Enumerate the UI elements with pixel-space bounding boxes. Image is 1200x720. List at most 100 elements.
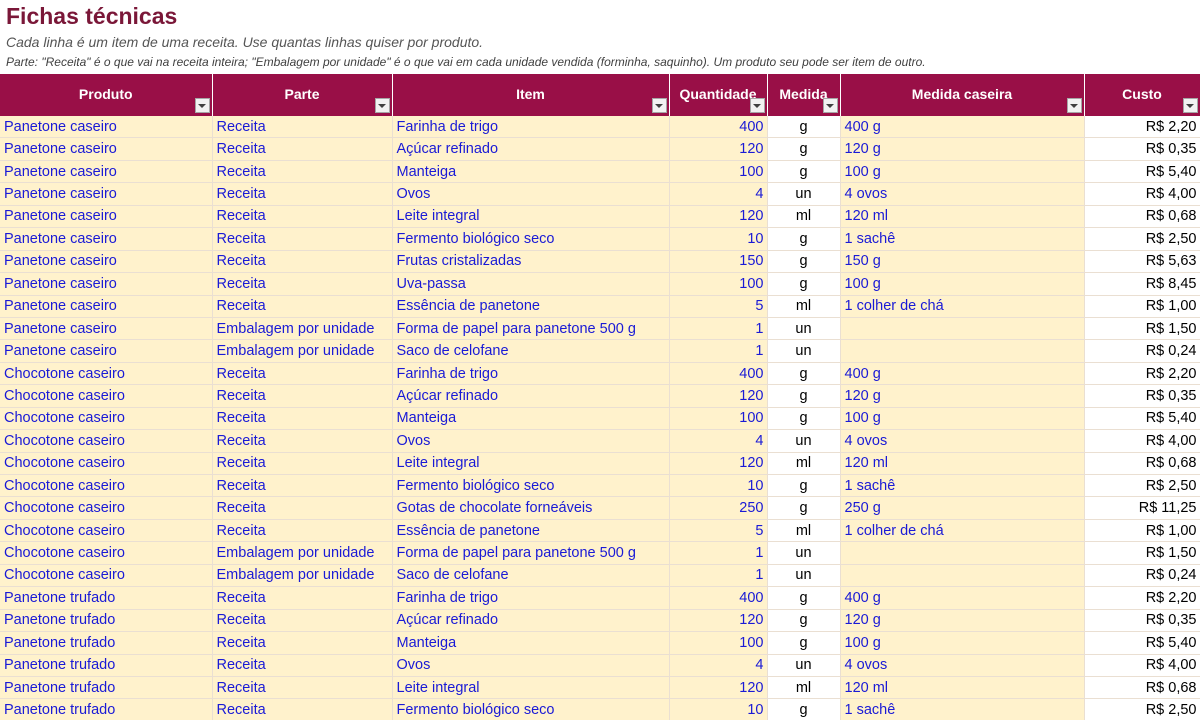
cell-produto[interactable]: Panetone caseiro: [0, 205, 213, 229]
cell-medida[interactable]: un: [767, 182, 841, 206]
cell-quantidade[interactable]: 400: [669, 586, 768, 610]
cell-medida[interactable]: g: [767, 160, 841, 184]
cell-custo[interactable]: R$ 2,20: [1084, 362, 1200, 386]
cell-medida-caseira[interactable]: [840, 541, 1085, 565]
cell-medida[interactable]: g: [767, 609, 841, 633]
cell-medida-caseira[interactable]: 100 g: [840, 407, 1085, 431]
cell-medida-caseira[interactable]: 120 ml: [840, 676, 1085, 700]
cell-quantidade[interactable]: 10: [669, 698, 768, 720]
cell-parte[interactable]: Embalagem por unidade: [212, 564, 393, 588]
cell-produto[interactable]: Chocotone caseiro: [0, 407, 213, 431]
cell-parte[interactable]: Receita: [212, 160, 393, 184]
cell-custo[interactable]: R$ 0,24: [1084, 339, 1200, 363]
cell-medida[interactable]: g: [767, 631, 841, 655]
cell-parte[interactable]: Receita: [212, 250, 393, 274]
cell-custo[interactable]: R$ 1,00: [1084, 295, 1200, 318]
cell-item[interactable]: Farinha de trigo: [392, 362, 670, 386]
cell-quantidade[interactable]: 400: [669, 116, 768, 139]
cell-item[interactable]: Leite integral: [392, 676, 670, 700]
cell-medida-caseira[interactable]: 120 g: [840, 609, 1085, 633]
cell-medida[interactable]: un: [767, 541, 841, 565]
cell-item[interactable]: Manteiga: [392, 407, 670, 431]
cell-parte[interactable]: Receita: [212, 609, 393, 633]
cell-custo[interactable]: R$ 5,40: [1084, 631, 1200, 655]
cell-custo[interactable]: R$ 11,25: [1084, 496, 1200, 520]
cell-medida[interactable]: ml: [767, 295, 841, 318]
cell-parte[interactable]: Receita: [212, 227, 393, 251]
cell-custo[interactable]: R$ 1,00: [1084, 519, 1200, 543]
cell-medida[interactable]: ml: [767, 452, 841, 476]
cell-medida[interactable]: un: [767, 564, 841, 588]
filter-dropdown-icon[interactable]: [1066, 98, 1082, 113]
cell-medida[interactable]: g: [767, 227, 841, 251]
cell-quantidade[interactable]: 400: [669, 362, 768, 386]
cell-parte[interactable]: Receita: [212, 676, 393, 700]
cell-medida[interactable]: g: [767, 474, 841, 498]
cell-custo[interactable]: R$ 2,50: [1084, 698, 1200, 720]
cell-medida-caseira[interactable]: 1 sachê: [840, 227, 1085, 251]
cell-quantidade[interactable]: 4: [669, 429, 768, 453]
filter-dropdown-icon[interactable]: [749, 98, 765, 113]
cell-quantidade[interactable]: 1: [669, 541, 768, 565]
cell-custo[interactable]: R$ 5,40: [1084, 160, 1200, 184]
cell-quantidade[interactable]: 1: [669, 317, 768, 341]
cell-medida[interactable]: ml: [767, 676, 841, 700]
cell-medida-caseira[interactable]: 1 colher de chá: [840, 519, 1085, 543]
cell-item[interactable]: Saco de celofane: [392, 339, 670, 363]
cell-custo[interactable]: R$ 0,35: [1084, 137, 1200, 161]
cell-quantidade[interactable]: 1: [669, 564, 768, 588]
cell-quantidade[interactable]: 5: [669, 295, 768, 318]
cell-medida-caseira[interactable]: 120 ml: [840, 205, 1085, 229]
cell-item[interactable]: Farinha de trigo: [392, 116, 670, 139]
cell-produto[interactable]: Chocotone caseiro: [0, 429, 213, 453]
cell-quantidade[interactable]: 100: [669, 631, 768, 655]
cell-quantidade[interactable]: 4: [669, 654, 768, 677]
cell-medida[interactable]: g: [767, 250, 841, 274]
cell-custo[interactable]: R$ 0,35: [1084, 609, 1200, 633]
cell-produto[interactable]: Panetone caseiro: [0, 339, 213, 363]
cell-item[interactable]: Fermento biológico seco: [392, 474, 670, 498]
cell-medida-caseira[interactable]: 250 g: [840, 496, 1085, 520]
cell-quantidade[interactable]: 120: [669, 137, 768, 161]
cell-quantidade[interactable]: 120: [669, 384, 768, 408]
cell-medida-caseira[interactable]: 120 g: [840, 384, 1085, 408]
cell-medida-caseira[interactable]: 1 sachê: [840, 474, 1085, 498]
cell-parte[interactable]: Receita: [212, 407, 393, 431]
cell-custo[interactable]: R$ 2,50: [1084, 474, 1200, 498]
cell-quantidade[interactable]: 100: [669, 272, 768, 296]
cell-produto[interactable]: Panetone caseiro: [0, 116, 213, 139]
cell-produto[interactable]: Panetone caseiro: [0, 295, 213, 318]
cell-produto[interactable]: Chocotone caseiro: [0, 452, 213, 476]
cell-medida[interactable]: g: [767, 496, 841, 520]
cell-produto[interactable]: Chocotone caseiro: [0, 541, 213, 565]
cell-custo[interactable]: R$ 0,68: [1084, 452, 1200, 476]
cell-produto[interactable]: Chocotone caseiro: [0, 362, 213, 386]
cell-medida-caseira[interactable]: 4 ovos: [840, 654, 1085, 677]
cell-medida-caseira[interactable]: 100 g: [840, 272, 1085, 296]
cell-item[interactable]: Manteiga: [392, 631, 670, 655]
cell-produto[interactable]: Panetone caseiro: [0, 137, 213, 161]
cell-medida[interactable]: ml: [767, 519, 841, 543]
cell-quantidade[interactable]: 10: [669, 227, 768, 251]
cell-parte[interactable]: Embalagem por unidade: [212, 339, 393, 363]
cell-quantidade[interactable]: 150: [669, 250, 768, 274]
cell-parte[interactable]: Receita: [212, 429, 393, 453]
cell-custo[interactable]: R$ 0,68: [1084, 676, 1200, 700]
cell-item[interactable]: Fermento biológico seco: [392, 227, 670, 251]
cell-quantidade[interactable]: 120: [669, 609, 768, 633]
cell-produto[interactable]: Panetone trufado: [0, 676, 213, 700]
cell-medida[interactable]: g: [767, 407, 841, 431]
cell-medida-caseira[interactable]: 120 g: [840, 137, 1085, 161]
cell-parte[interactable]: Embalagem por unidade: [212, 541, 393, 565]
cell-quantidade[interactable]: 120: [669, 452, 768, 476]
cell-medida-caseira[interactable]: [840, 317, 1085, 341]
cell-parte[interactable]: Receita: [212, 519, 393, 543]
cell-item[interactable]: Fermento biológico seco: [392, 698, 670, 720]
cell-quantidade[interactable]: 100: [669, 160, 768, 184]
cell-item[interactable]: Ovos: [392, 429, 670, 453]
cell-medida[interactable]: un: [767, 654, 841, 677]
cell-produto[interactable]: Panetone caseiro: [0, 160, 213, 184]
cell-item[interactable]: Uva-passa: [392, 272, 670, 296]
cell-medida-caseira[interactable]: 1 colher de chá: [840, 295, 1085, 318]
cell-produto[interactable]: Chocotone caseiro: [0, 564, 213, 588]
